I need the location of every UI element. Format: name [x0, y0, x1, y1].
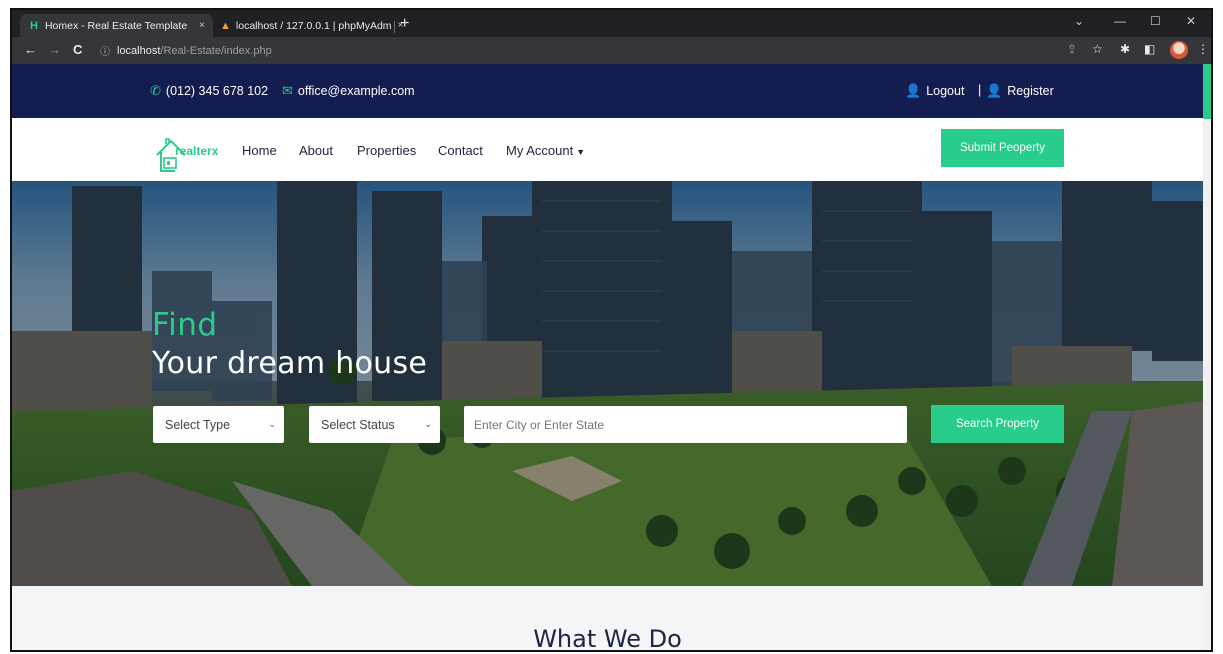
submit-property-button[interactable]: Submit Peoperty [941, 129, 1064, 167]
select-status-value: Select Status [321, 417, 395, 432]
phone-number: (012) 345 678 102 [165, 84, 269, 98]
logout-link[interactable]: 👤 Logout [905, 83, 964, 99]
chevron-down-icon: ⌄ [268, 419, 276, 429]
caret-down-icon: ▼ [576, 147, 586, 157]
email-contact: ✉ office@example.com [282, 83, 415, 99]
top-info-bar: ✆ (012) 345 678 102 ✉ office@example.com… [12, 64, 1203, 118]
mail-icon: ✉ [282, 83, 293, 98]
url-field[interactable]: ⓘ localhost/Real-Estate/index.php [100, 41, 272, 60]
forward-icon[interactable]: → [48, 42, 61, 57]
chevron-down-icon: ⌄ [424, 419, 432, 429]
reload-icon[interactable]: C [73, 42, 82, 57]
user-icon: 👤 [905, 83, 922, 98]
url-host: localhost [117, 44, 161, 57]
phone-icon: ✆ [150, 83, 161, 98]
extensions-icon[interactable]: ✱ [1120, 42, 1130, 56]
logo-text[interactable]: realterx [175, 144, 218, 158]
register-label: Register [1007, 84, 1054, 98]
tab-search-icon[interactable]: ⌄ [1074, 14, 1084, 28]
side-panel-icon[interactable]: ◧ [1144, 42, 1155, 56]
share-icon[interactable]: ⇪ [1067, 42, 1077, 56]
what-we-do-section: What We Do [12, 586, 1203, 652]
city-skyline-image [12, 181, 1203, 586]
tab-divider [394, 21, 395, 33]
phpmyadmin-favicon-icon: ▲ [220, 19, 231, 32]
nav-contact[interactable]: Contact [438, 143, 483, 158]
tab-strip: H Homex - Real Estate Template × ▲ local… [12, 10, 1211, 37]
homex-favicon-icon: H [30, 19, 38, 32]
nav-properties[interactable]: Properties [357, 143, 416, 158]
tab-title: Homex - Real Estate Template [44, 19, 188, 32]
city-state-input[interactable] [464, 406, 907, 443]
select-type-value: Select Type [165, 417, 231, 432]
new-tab-icon[interactable]: + [400, 15, 409, 33]
my-account-label: My Account [506, 143, 574, 158]
tab-phpmyadmin[interactable]: ▲ localhost / 127.0.0.1 | phpMyAdm × [212, 14, 403, 37]
main-navbar: realterx Home About Properties Contact M… [12, 118, 1203, 181]
hero-find-text: Find [152, 307, 218, 343]
user-icon: 👤 [986, 83, 1003, 98]
url-path: /Real-Estate/index.php [160, 44, 272, 57]
search-property-button[interactable]: Search Property [931, 405, 1064, 443]
register-link[interactable]: 👤 Register [986, 83, 1054, 99]
browser-menu-icon[interactable]: ⋮ [1197, 42, 1209, 56]
section-title: What We Do [533, 625, 682, 652]
nav-about[interactable]: About [299, 143, 333, 158]
back-icon[interactable]: ← [24, 42, 37, 57]
scrollbar-thumb[interactable] [1203, 64, 1211, 119]
bookmark-star-icon[interactable]: ☆ [1092, 42, 1103, 56]
scrollbar-track[interactable] [1203, 119, 1211, 650]
phone-contact: ✆ (012) 345 678 102 [150, 83, 268, 99]
logout-label: Logout [926, 84, 965, 98]
profile-avatar[interactable] [1170, 41, 1188, 59]
maximize-icon[interactable]: ☐ [1150, 14, 1161, 28]
hero-title: Your dream house [152, 346, 428, 381]
select-status-dropdown[interactable]: Select Status ⌄ [309, 406, 440, 443]
tab-homex[interactable]: H Homex - Real Estate Template × [20, 14, 213, 37]
tab-title: localhost / 127.0.0.1 | phpMyAdm [235, 19, 392, 32]
info-icon[interactable]: ⓘ [100, 43, 110, 58]
browser-window: H Homex - Real Estate Template × ▲ local… [10, 8, 1213, 652]
address-bar-row: ← → C ⓘ localhost/Real-Estate/index.php … [12, 37, 1211, 64]
select-type-dropdown[interactable]: Select Type ⌄ [153, 406, 284, 443]
close-icon[interactable]: × [199, 20, 205, 31]
email-address: office@example.com [297, 84, 415, 98]
minimize-icon[interactable]: — [1114, 14, 1126, 28]
nav-my-account[interactable]: My Account ▼ [506, 143, 585, 158]
hero-banner: Find Your dream house Select Type ⌄ Sele… [12, 181, 1203, 586]
window-close-icon[interactable]: ✕ [1186, 14, 1196, 28]
nav-home[interactable]: Home [242, 143, 277, 158]
info-separator: | [978, 83, 982, 97]
